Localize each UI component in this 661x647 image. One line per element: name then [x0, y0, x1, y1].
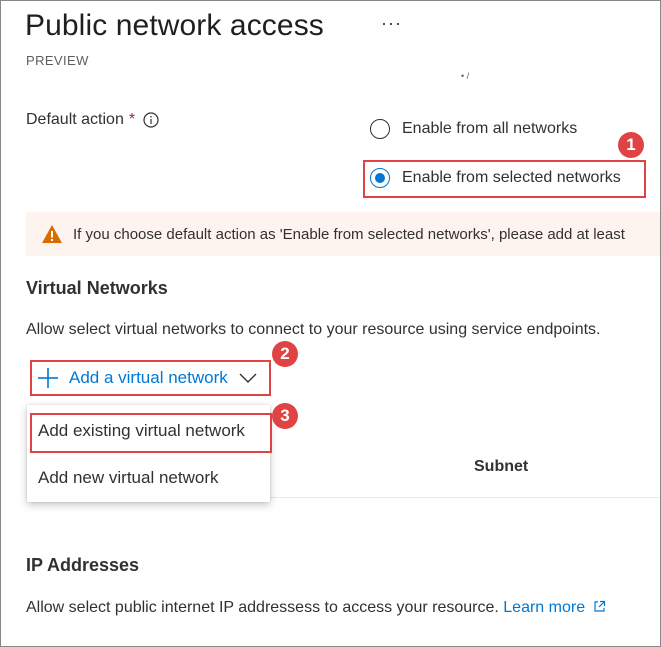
callout-badge-3: 3	[272, 403, 298, 429]
warning-text: If you choose default action as 'Enable …	[73, 225, 625, 243]
callout-box-3	[30, 413, 272, 453]
callout-badge-2: 2	[272, 341, 298, 367]
radio-enable-all-networks[interactable]: Enable from all networks	[370, 119, 577, 139]
info-icon[interactable]	[143, 112, 159, 128]
ip-addresses-heading: IP Addresses	[26, 555, 140, 575]
ip-addresses-description-row: Allow select public internet IP addresse…	[26, 599, 606, 617]
callout-badge-1: 1	[618, 132, 644, 158]
menu-item-add-new-network[interactable]: Add new virtual network	[38, 468, 218, 488]
callout-box-2	[30, 360, 271, 396]
external-link-icon[interactable]	[593, 600, 606, 613]
required-mark: *	[128, 111, 136, 128]
learn-more-link[interactable]: Learn more	[503, 599, 585, 616]
default-action-label: Default action *	[26, 111, 159, 129]
page-title: Public network access	[25, 9, 324, 42]
warning-icon	[42, 225, 62, 243]
preview-tag: PREVIEW	[26, 53, 89, 68]
warning-banner: If you choose default action as 'Enable …	[26, 212, 660, 256]
radio-button[interactable]	[370, 119, 390, 139]
virtual-networks-heading: Virtual Networks	[26, 278, 168, 298]
scroll-artifact: • /	[461, 71, 470, 81]
more-options-button[interactable]: ···	[381, 13, 402, 34]
callout-box-1	[363, 160, 646, 198]
table-header-subnet: Subnet	[474, 458, 529, 475]
virtual-networks-description: Allow select virtual networks to connect…	[26, 321, 601, 338]
default-action-text: Default action	[26, 111, 124, 128]
blade-panel: Public network access ··· PREVIEW • / De…	[0, 0, 661, 647]
radio-label: Enable from all networks	[402, 120, 578, 137]
ip-addresses-description: Allow select public internet IP addresse…	[26, 599, 499, 616]
